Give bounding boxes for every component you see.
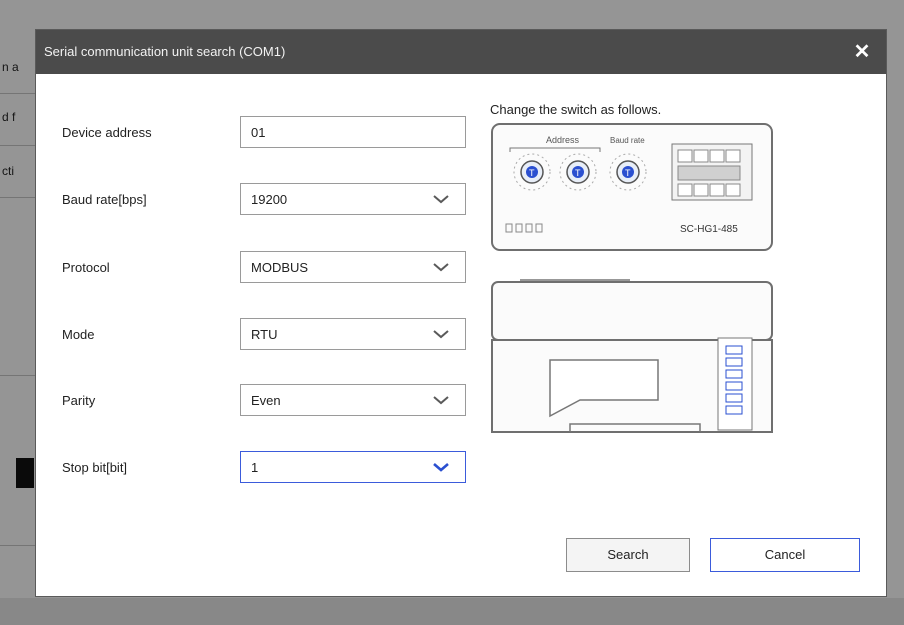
svg-text:T: T	[625, 168, 631, 178]
cancel-button[interactable]: Cancel	[710, 538, 860, 572]
unit-side-diagram	[491, 279, 773, 433]
dip-switch-block	[717, 337, 753, 431]
parity-label: Parity	[62, 393, 96, 408]
chevron-down-icon	[433, 195, 449, 204]
search-button[interactable]: Search	[566, 538, 690, 572]
dialog-titlebar: Serial communication unit search (COM1) …	[36, 30, 886, 74]
switch-instruction: Change the switch as follows.	[490, 102, 662, 117]
chevron-down-icon	[433, 463, 449, 472]
mode-value: RTU	[251, 327, 278, 342]
mode-row: Mode RTU	[36, 318, 476, 352]
dialog-title: Serial communication unit search (COM1)	[44, 44, 286, 59]
address-diagram-label: Address	[546, 135, 580, 145]
chevron-down-icon	[433, 263, 449, 272]
mode-select[interactable]: RTU	[240, 318, 466, 350]
stop-bit-row: Stop bit[bit] 1	[36, 451, 476, 485]
switch-panel-diagram: Address Baud rate T T T SC-HG1-485	[491, 123, 773, 251]
device-address-value: 01	[251, 125, 266, 140]
search-dialog: Serial communication unit search (COM1) …	[36, 30, 886, 596]
device-address-row: Device address 01	[36, 116, 476, 150]
svg-text:T: T	[575, 168, 581, 178]
baud-rate-row: Baud rate[bps] 19200	[36, 183, 476, 217]
svg-text:T: T	[529, 168, 535, 178]
baud-rate-select[interactable]: 19200	[240, 183, 466, 215]
protocol-row: Protocol MODBUS	[36, 251, 476, 285]
baud-rate-label: Baud rate[bps]	[62, 192, 147, 207]
stop-bit-value: 1	[251, 460, 259, 475]
protocol-select[interactable]: MODBUS	[240, 251, 466, 283]
mode-label: Mode	[62, 327, 95, 342]
chevron-down-icon	[433, 396, 449, 405]
device-address-label: Device address	[62, 125, 152, 140]
parity-value: Even	[251, 393, 281, 408]
model-label: SC-HG1-485	[680, 224, 738, 235]
baud-rate-diagram-label: Baud rate	[610, 136, 645, 145]
device-address-input[interactable]: 01	[240, 116, 466, 148]
parity-row: Parity Even	[36, 384, 476, 418]
protocol-value: MODBUS	[251, 260, 309, 275]
protocol-label: Protocol	[62, 260, 110, 275]
terminal-block	[671, 143, 753, 201]
parity-select[interactable]: Even	[240, 384, 466, 416]
chevron-down-icon	[433, 330, 449, 339]
stop-bit-label: Stop bit[bit]	[62, 460, 128, 475]
close-icon[interactable]: ✕	[848, 38, 876, 66]
stop-bit-select[interactable]: 1	[240, 451, 466, 483]
baud-rate-value: 19200	[251, 192, 288, 207]
